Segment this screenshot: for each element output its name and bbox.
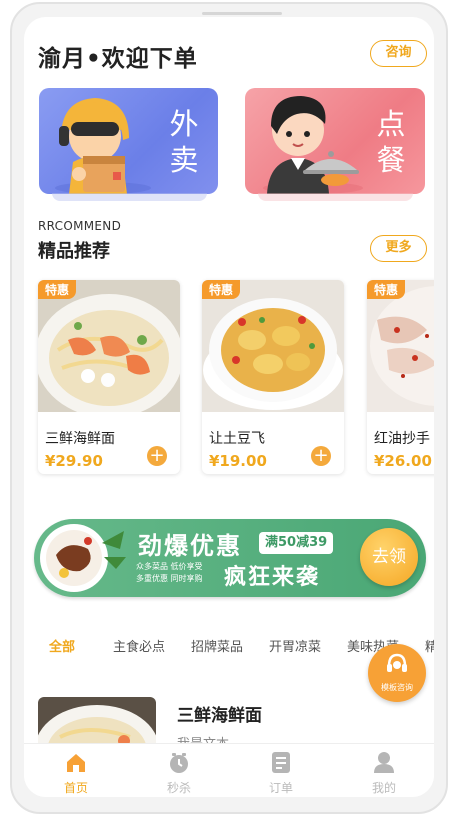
dish-name: 红油抄手 bbox=[374, 431, 430, 447]
takeout-word-top: 外 bbox=[169, 107, 199, 141]
user-icon bbox=[374, 752, 394, 773]
dish-price: ¥29.90 bbox=[45, 452, 103, 470]
order-icon bbox=[272, 752, 290, 773]
tab-mine-label: 我的 bbox=[371, 781, 396, 795]
order-card-shadow bbox=[258, 193, 413, 201]
dish-card[interactable]: 特惠 三鲜海鲜面 ¥29.90 + bbox=[38, 280, 180, 474]
takeout-word-bottom: 卖 bbox=[169, 143, 199, 177]
promo-slogan: 疯狂来袭 bbox=[224, 565, 321, 590]
dish-price: ¥19.00 bbox=[209, 452, 267, 470]
headset-icon bbox=[387, 653, 407, 672]
special-offer-tag: 特惠 bbox=[367, 280, 406, 299]
tab-home-label: 首页 bbox=[63, 781, 88, 795]
add-to-cart-button[interactable]: + bbox=[147, 446, 167, 466]
tab-cold-dishes[interactable]: 开胃凉菜 bbox=[269, 636, 321, 655]
steak-plate-image bbox=[40, 524, 126, 592]
promo-line-2: 多重优惠 同时享购 bbox=[136, 574, 203, 583]
tab-signature[interactable]: 招牌菜品 bbox=[191, 636, 243, 655]
order-card[interactable]: 点 餐 bbox=[245, 88, 425, 194]
special-offer-tag: 特惠 bbox=[202, 280, 241, 299]
dish-card[interactable]: 特惠 让土豆飞 ¥19.00 + bbox=[202, 280, 344, 474]
bottom-tab-bar: 首页 秒杀 订单 我的 bbox=[24, 743, 434, 797]
home-icon bbox=[67, 754, 85, 772]
tab-more[interactable]: 精 bbox=[425, 636, 434, 655]
discount-badge: 满50减39 bbox=[259, 532, 334, 554]
tab-orders-label: 订单 bbox=[268, 781, 293, 795]
dish-card[interactable]: 特惠 红油抄手 ¥26.00 bbox=[367, 280, 434, 474]
page-title: 渝月•欢迎下单 bbox=[38, 46, 198, 72]
promo-headline: 劲爆优惠 bbox=[138, 532, 242, 560]
template-consult-button[interactable]: 模板咨询 bbox=[368, 644, 426, 702]
claim-coupon-button[interactable]: 去领 bbox=[360, 528, 418, 586]
recommend-en-label: RRCOMMEND bbox=[38, 219, 122, 233]
special-offer-tag: 特惠 bbox=[38, 280, 77, 299]
takeout-card-shadow bbox=[52, 193, 207, 201]
potato-dish-image bbox=[202, 280, 344, 412]
template-consult-label: 模板咨询 bbox=[381, 683, 413, 692]
add-to-cart-button[interactable]: + bbox=[311, 446, 331, 466]
delivery-man-illustration bbox=[55, 98, 151, 194]
takeout-card[interactable]: 外 卖 bbox=[39, 88, 218, 194]
more-button[interactable]: 更多 bbox=[370, 235, 427, 262]
speaker-notch bbox=[202, 12, 282, 15]
consult-button[interactable]: 咨询 bbox=[370, 40, 427, 67]
waiter-illustration bbox=[263, 96, 363, 194]
order-word-bottom: 餐 bbox=[376, 143, 406, 177]
clock-icon bbox=[170, 753, 188, 773]
seafood-noodle-image bbox=[38, 280, 180, 412]
order-word-top: 点 bbox=[376, 107, 406, 141]
promo-line-1: 众多菜品 低价享受 bbox=[136, 562, 203, 571]
tab-staple[interactable]: 主食必点 bbox=[113, 636, 165, 655]
dish-name: 三鲜海鲜面 bbox=[45, 431, 115, 447]
dish-name: 让土豆飞 bbox=[209, 431, 265, 447]
tab-all[interactable]: 全部 bbox=[49, 636, 75, 655]
app-screen: 渝月•欢迎下单 咨询 外 卖 点 餐 RRCOMMEND 精品推荐 更多 特惠 … bbox=[24, 17, 434, 797]
chili-wonton-image bbox=[367, 280, 434, 412]
promo-banner[interactable]: 劲爆优惠 满50减39 众多菜品 低价享受 多重优惠 同时享购 疯狂来袭 去领 bbox=[34, 519, 426, 597]
dish-price: ¥26.00 bbox=[374, 452, 432, 470]
recommend-title: 精品推荐 bbox=[38, 241, 110, 262]
list-item-title: 三鲜海鲜面 bbox=[177, 706, 262, 726]
tab-flash-sale-label: 秒杀 bbox=[166, 781, 191, 795]
